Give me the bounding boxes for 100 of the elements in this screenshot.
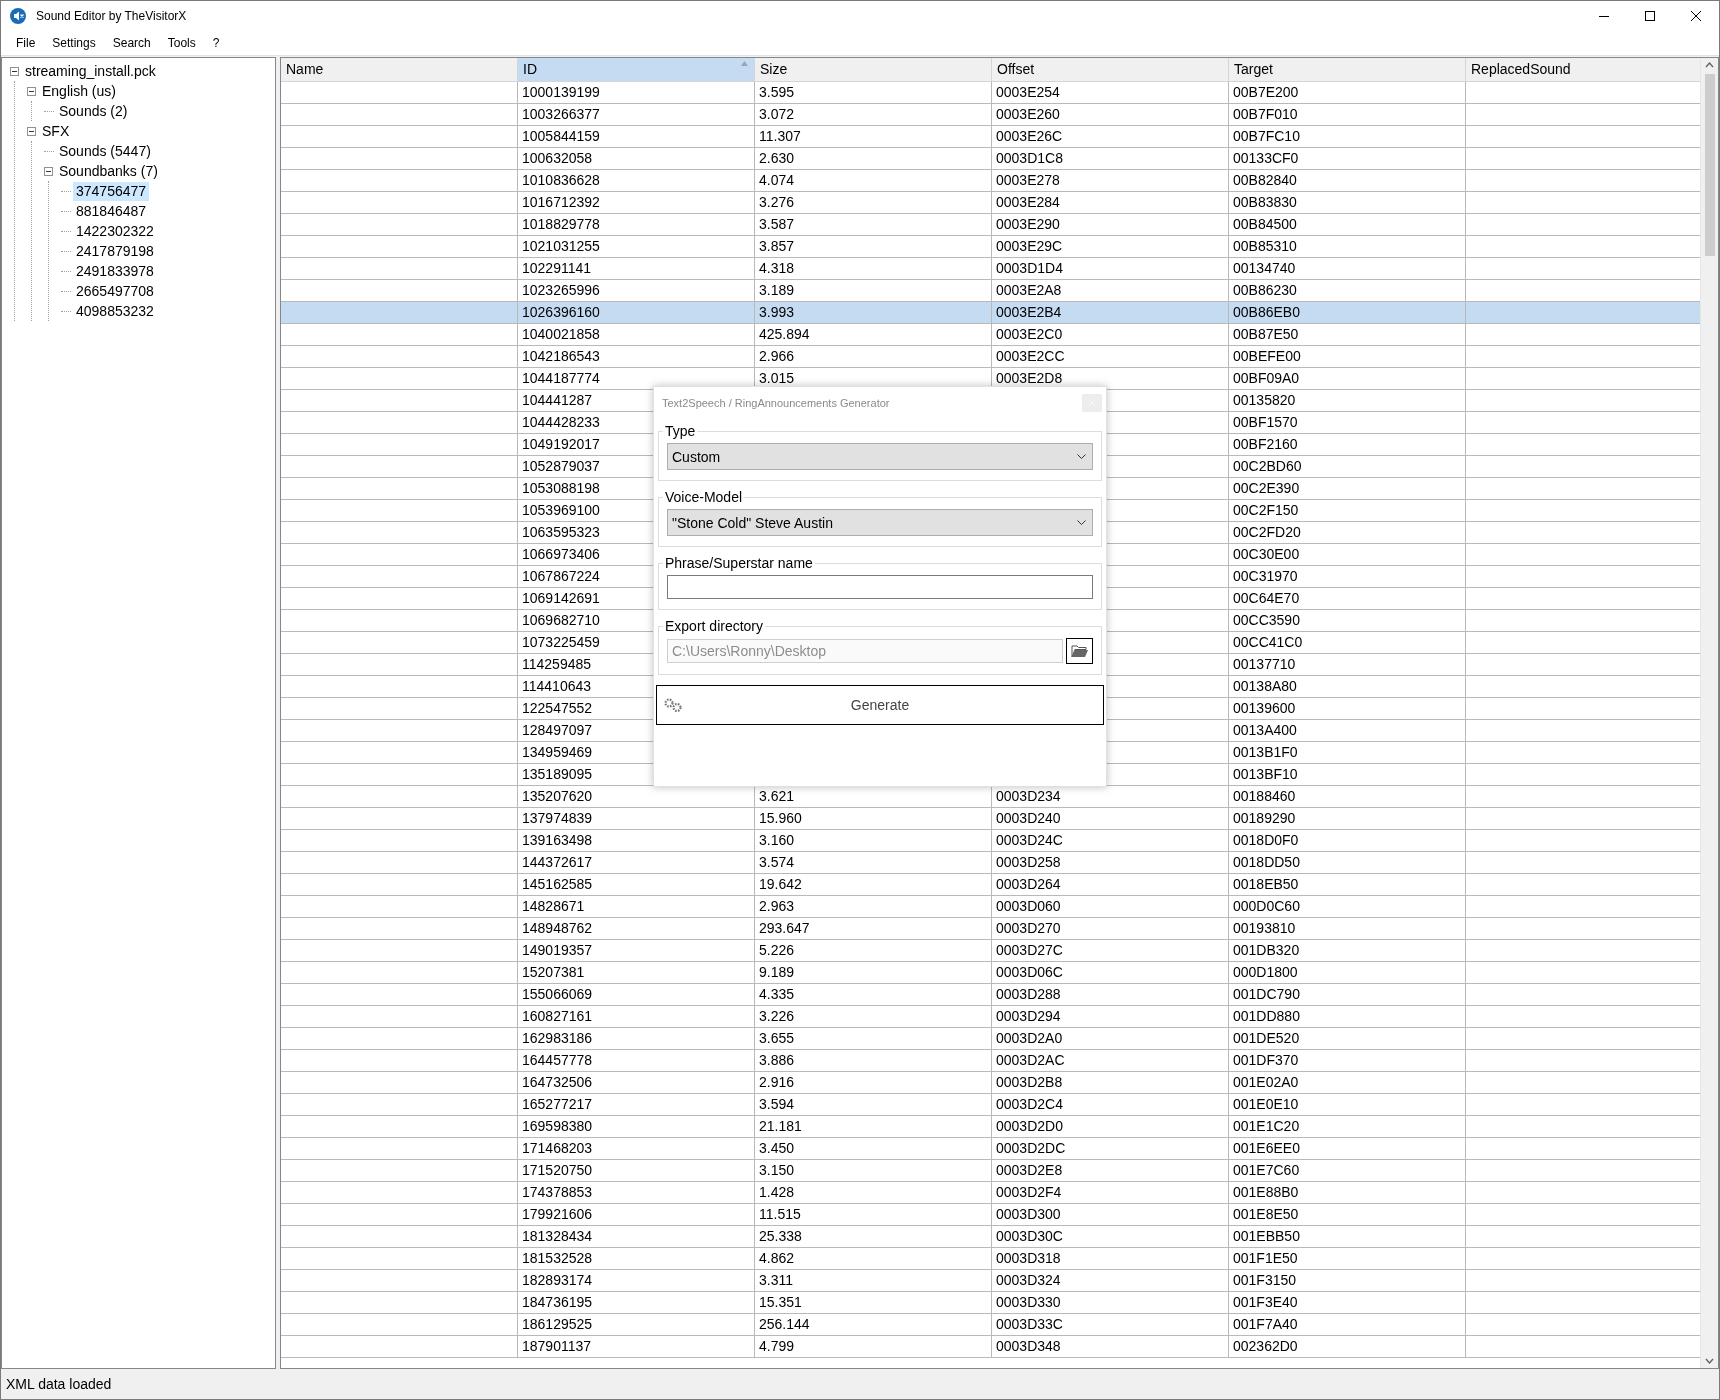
table-row[interactable]: 174378853 1.428 0003D2F4 001E88B0 [281,1182,1700,1204]
collapse-icon[interactable] [44,166,53,176]
tree-item[interactable]: Sounds (2) [56,101,131,121]
table-row[interactable]: 1016712392 3.276 0003E284 00B83830 [281,192,1700,214]
table-row[interactable]: 15207381 9.189 0003D06C 000D1800 [281,962,1700,984]
table-row[interactable]: 1018829778 3.587 0003E290 00B84500 [281,214,1700,236]
table-row[interactable]: 164457778 3.886 0003D2AC 001DF370 [281,1050,1700,1072]
menu-item[interactable]: Search [104,33,160,53]
table-row[interactable]: 1026396160 3.993 0003E2B4 00B86EB0 [281,302,1700,324]
type-dropdown[interactable]: Custom [667,443,1093,470]
table-row[interactable]: 186129525 256.144 0003D33C 001F7A40 [281,1314,1700,1336]
table-row[interactable]: 1042186543 2.966 0003E2CC 00BEFE00 [281,346,1700,368]
tree-item[interactable]: Sounds (5447) [56,141,154,161]
table-row[interactable]: 102291141 4.318 0003D1D4 00134740 [281,258,1700,280]
table-row[interactable]: 162983186 3.655 0003D2A0 001DE520 [281,1028,1700,1050]
table-row[interactable]: 179921606 11.515 0003D300 001E8E50 [281,1204,1700,1226]
generate-button[interactable]: Generate [656,685,1104,725]
table-cell: 181328434 [518,1226,755,1248]
tree-item[interactable]: 881846487 [73,201,150,221]
table-cell: 001F1E50 [1229,1248,1466,1270]
table-cell: 0003D1C8 [992,148,1229,170]
table-row[interactable]: 171520750 3.150 0003D2E8 001E7C60 [281,1160,1700,1182]
menu-item[interactable]: File [8,33,45,53]
table-cell: 182893174 [518,1270,755,1292]
table-row[interactable]: 182893174 3.311 0003D324 001F3150 [281,1270,1700,1292]
column-header[interactable]: ID [518,58,755,82]
scrollbar[interactable] [1700,58,1718,1368]
table-cell: 00CC41C0 [1229,632,1466,654]
tree-item[interactable]: 1422302322 [73,221,157,241]
table-row[interactable]: 148948762 293.647 0003D270 00193810 [281,918,1700,940]
tree-item[interactable]: streaming_install.pck [22,61,159,81]
table-cell: 1.428 [755,1182,992,1204]
table-cell: 1042186543 [518,346,755,368]
table-row[interactable]: 187901137 4.799 0003D348 002362D0 [281,1336,1700,1358]
table-row[interactable]: 181328434 25.338 0003D30C 001EBB50 [281,1226,1700,1248]
table-row[interactable]: 181532528 4.862 0003D318 001F1E50 [281,1248,1700,1270]
tree-item[interactable]: SFX [39,121,73,141]
column-header[interactable]: Name [281,58,518,82]
table-row[interactable]: 164732506 2.916 0003D2B8 001E02A0 [281,1072,1700,1094]
table-cell: 155066069 [518,984,755,1006]
table-cell: 3.311 [755,1270,992,1292]
table-row[interactable]: 139163498 3.160 0003D24C 0018D0F0 [281,830,1700,852]
chevron-down-icon [1077,519,1086,526]
table-cell: 0003D348 [992,1336,1229,1358]
table-cell: 425.894 [755,324,992,346]
table-cell: 00C2FD20 [1229,522,1466,544]
table-cell: 1018829778 [518,214,755,236]
table-cell: 179921606 [518,1204,755,1226]
table-row[interactable]: 1040021858 425.894 0003E2C0 00B87E50 [281,324,1700,346]
table-row[interactable]: 1005844159 11.307 0003E26C 00B7FC10 [281,126,1700,148]
tree-item[interactable]: 2491833978 [73,261,157,281]
tree-item[interactable]: Soundbanks (7) [56,161,161,181]
tree-item[interactable]: 374756477 [73,181,150,201]
table-cell: 187901137 [518,1336,755,1358]
table-row[interactable]: 145162585 19.642 0003D264 0018EB50 [281,874,1700,896]
menu-item[interactable]: Settings [44,33,105,53]
tree-item[interactable]: 2665497708 [73,281,157,301]
table-cell: 001F3E40 [1229,1292,1466,1314]
column-header[interactable]: Target [1229,58,1466,82]
column-header[interactable]: ReplacedSound [1466,58,1700,82]
table-row[interactable]: 171468203 3.450 0003D2DC 001E6EE0 [281,1138,1700,1160]
table-row[interactable]: 100632058 2.630 0003D1C8 00133CF0 [281,148,1700,170]
tree-item[interactable]: 2417879198 [73,241,157,261]
table-row[interactable]: 137974839 15.960 0003D240 00189290 [281,808,1700,830]
table-row[interactable]: 144372617 3.574 0003D258 0018DD50 [281,852,1700,874]
table-row[interactable]: 1000139199 3.595 0003E254 00B7E200 [281,82,1700,104]
table-row[interactable]: 155066069 4.335 0003D288 001DC790 [281,984,1700,1006]
table-row[interactable]: 1021031255 3.857 0003E29C 00B85310 [281,236,1700,258]
table-cell: 1040021858 [518,324,755,346]
tree-item[interactable]: English (us) [39,81,119,101]
table-row[interactable]: 160827161 3.226 0003D294 001DD880 [281,1006,1700,1028]
column-header[interactable]: Offset [992,58,1229,82]
phrase-input[interactable] [667,575,1093,599]
table-cell: 001E7C60 [1229,1160,1466,1182]
table-cell: 0003D33C [992,1314,1229,1336]
table-cell: 165277217 [518,1094,755,1116]
voice-model-dropdown[interactable]: "Stone Cold" Steve Austin [667,509,1093,536]
table-row[interactable]: 1010836628 4.074 0003E278 00B82840 [281,170,1700,192]
collapse-icon[interactable] [27,126,36,136]
collapse-icon[interactable] [10,66,19,76]
table-cell: 1021031255 [518,236,755,258]
table-row[interactable]: 184736195 15.351 0003D330 001F3E40 [281,1292,1700,1314]
column-header[interactable]: Size [755,58,992,82]
browse-button[interactable] [1066,638,1093,664]
tree-item[interactable]: 4098853232 [73,301,157,321]
table-cell: 174378853 [518,1182,755,1204]
scrollbar-thumb[interactable] [1704,74,1715,256]
table-row[interactable]: 149019357 5.226 0003D27C 001DB320 [281,940,1700,962]
table-row[interactable]: 169598380 21.181 0003D2D0 001E1C20 [281,1116,1700,1138]
table-cell: 2.966 [755,346,992,368]
menu-item[interactable]: ? [204,33,229,53]
table-row[interactable]: 1003266377 3.072 0003E260 00B7F010 [281,104,1700,126]
table-row[interactable]: 14828671 2.963 0003D060 000D0C60 [281,896,1700,918]
table-cell: 0013A400 [1229,720,1466,742]
table-cell: 0003D2C4 [992,1094,1229,1116]
table-row[interactable]: 165277217 3.594 0003D2C4 001E0E10 [281,1094,1700,1116]
table-cell: 00C2F150 [1229,500,1466,522]
collapse-icon[interactable] [27,86,36,96]
chevron-down-icon [1077,453,1086,460]
menu-item[interactable]: Tools [159,33,205,53]
